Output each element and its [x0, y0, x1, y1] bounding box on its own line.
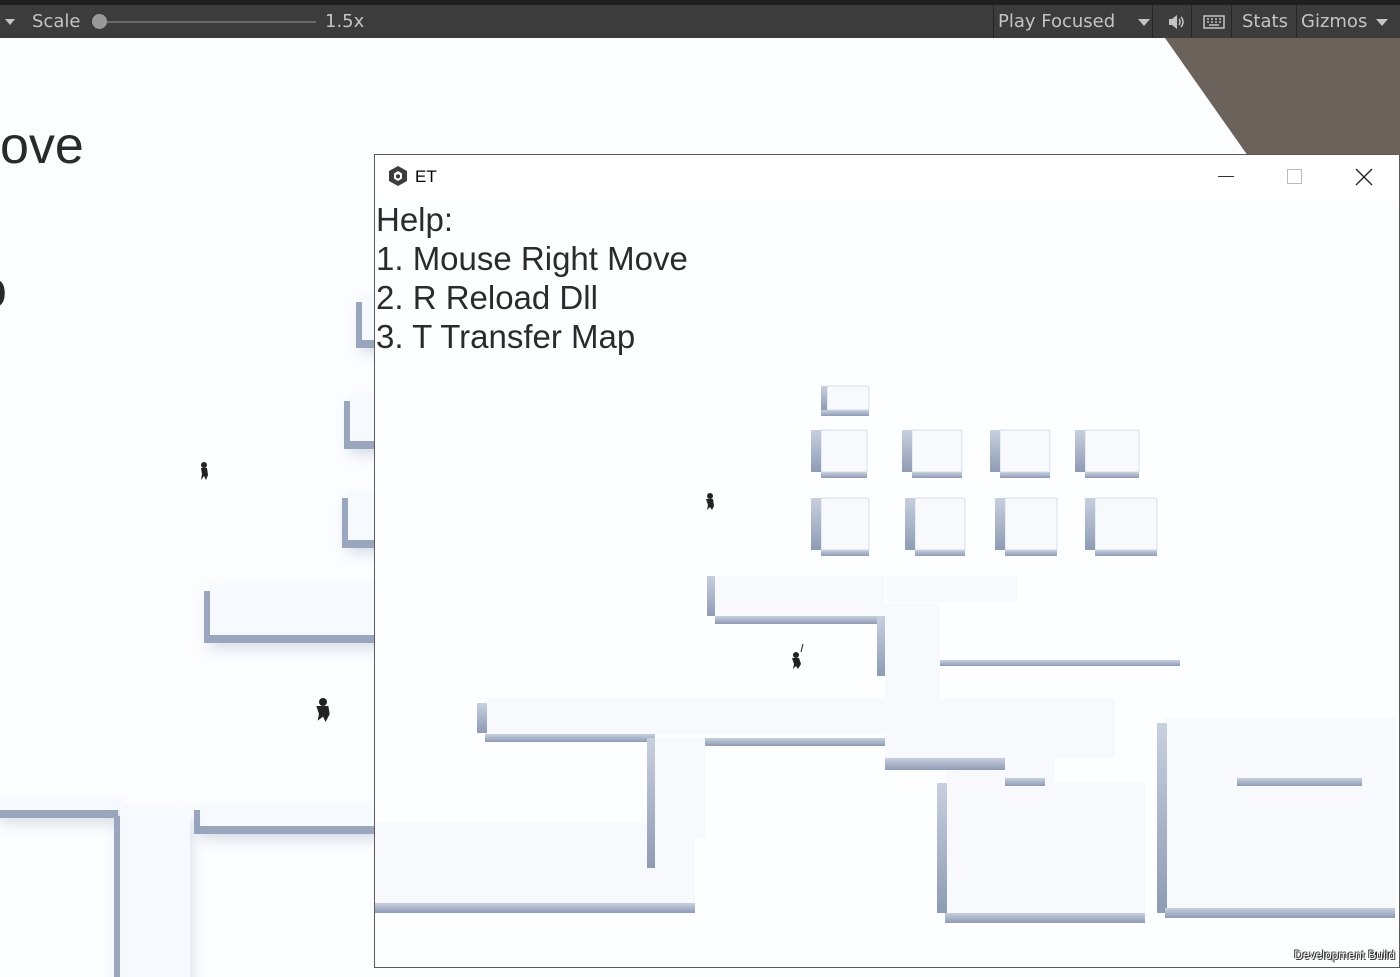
character-sprite	[201, 462, 208, 480]
background-help-fragment: ove	[0, 117, 84, 175]
et-game-window[interactable]: ET Help: 1. Mouse Right Move 2. R Reload…	[374, 154, 1400, 968]
game-view-toolbar: Scale 1.5x Play Focused Stats Gizmos	[0, 0, 1400, 38]
gizmos-button[interactable]: Gizmos	[1296, 5, 1368, 38]
chevron-down-icon[interactable]	[1138, 19, 1150, 26]
scale-slider-thumb[interactable]	[92, 14, 107, 29]
shortcuts-button[interactable]	[1196, 5, 1232, 38]
help-line: 3. T Transfer Map	[376, 318, 636, 355]
game-viewport[interactable]: Help: 1. Mouse Right Move 2. R Reload Dl…	[375, 198, 1399, 967]
background-help-fragment: o	[0, 260, 7, 320]
mute-audio-button[interactable]	[1160, 5, 1192, 38]
maximize-button[interactable]	[1259, 155, 1329, 198]
window-title: ET	[415, 167, 437, 186]
help-line: 2. R Reload Dll	[376, 279, 598, 316]
scale-value: 1.5x	[325, 11, 365, 32]
unity-app-icon	[389, 166, 407, 186]
scale-label: Scale	[32, 11, 81, 32]
close-icon	[1355, 168, 1373, 186]
gizmos-label: Gizmos	[1301, 11, 1368, 32]
scene-block	[200, 802, 390, 826]
stats-button[interactable]: Stats	[1242, 5, 1288, 38]
chevron-down-icon[interactable]	[1376, 19, 1388, 26]
window-titlebar[interactable]: ET	[375, 155, 1399, 198]
keyboard-icon	[1202, 15, 1225, 29]
help-overlay: Help: 1. Mouse Right Move 2. R Reload Dl…	[376, 200, 688, 356]
play-mode-label: Play Focused	[998, 11, 1116, 32]
help-line: 1. Mouse Right Move	[376, 240, 688, 277]
scene-block	[210, 583, 390, 635]
close-button[interactable]	[1329, 155, 1399, 198]
scene-block	[120, 808, 190, 977]
scale-slider[interactable]	[100, 21, 316, 23]
development-build-watermark: Development Build	[1294, 948, 1395, 962]
scene-block	[0, 798, 124, 810]
speaker-icon	[1168, 15, 1184, 29]
play-mode-dropdown[interactable]: Play Focused	[993, 5, 1153, 38]
character-sprite	[316, 698, 330, 722]
aspect-dropdown-arrow-icon[interactable]	[2, 5, 16, 38]
minimize-button[interactable]	[1190, 155, 1260, 198]
help-line: Help:	[376, 201, 454, 238]
